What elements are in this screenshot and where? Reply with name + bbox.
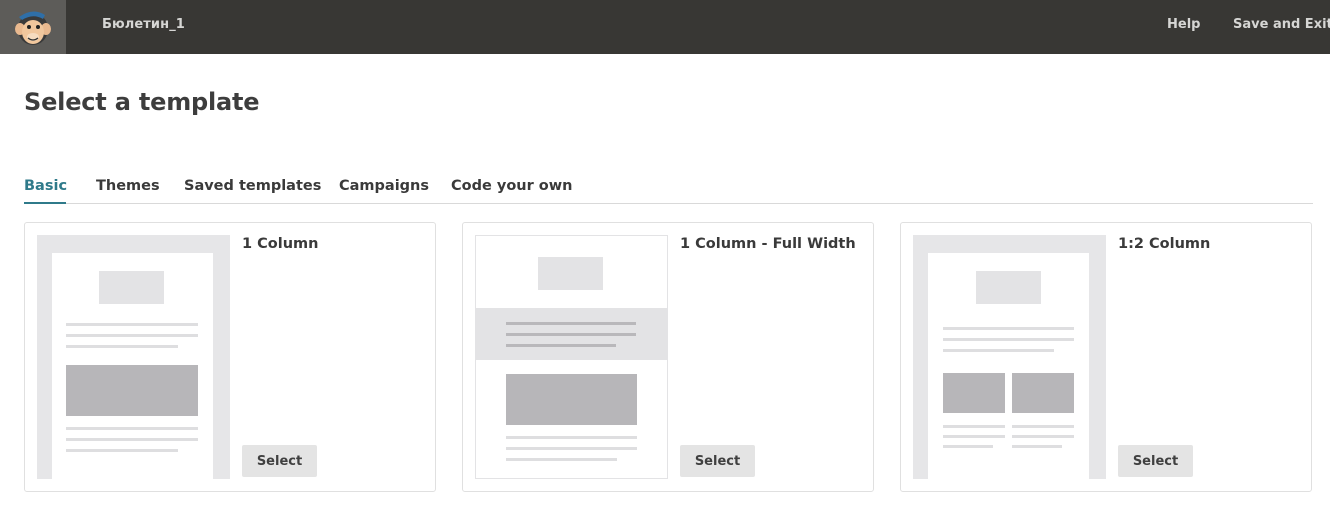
template-tabs: Basic Themes Saved templates Campaigns C… (24, 176, 1313, 204)
template-card-1-2-column[interactable]: 1:2 Column Select (900, 222, 1312, 492)
tab-basic[interactable]: Basic (24, 178, 67, 194)
save-and-exit-label: Save and Exit (1233, 17, 1330, 32)
preview-text-line (1012, 445, 1062, 448)
template-card-1-column-full-width[interactable]: 1 Column - Full Width Select (462, 222, 874, 492)
top-bar: Бюлетин_1 Help Save and Exit (0, 0, 1330, 54)
preview-text-line (943, 435, 1005, 438)
tab-code-your-own[interactable]: Code your own (451, 178, 572, 194)
preview-text-line (1012, 435, 1074, 438)
logo[interactable] (0, 0, 66, 54)
document-title: Бюлетин_1 (102, 17, 185, 32)
preview-text-line (943, 425, 1005, 428)
select-button[interactable]: Select (1118, 445, 1193, 477)
preview-text-line (943, 327, 1074, 330)
tab-saved-templates[interactable]: Saved templates (184, 178, 321, 194)
tab-themes[interactable]: Themes (96, 178, 160, 194)
preview-image-block (66, 365, 198, 416)
page-title: Select a template (24, 88, 260, 116)
select-button[interactable]: Select (680, 445, 755, 477)
preview-text-line (506, 458, 617, 461)
preview-text-line (506, 344, 616, 347)
preview-text-line (66, 449, 178, 452)
preview-text-line (1012, 425, 1074, 428)
template-preview (913, 235, 1106, 479)
template-card-1-column[interactable]: 1 Column Select (24, 222, 436, 492)
template-title: 1:2 Column (1118, 236, 1211, 252)
preview-text-line (943, 349, 1054, 352)
preview-text-line (66, 345, 178, 348)
preview-page (52, 253, 213, 479)
preview-image-block (1012, 373, 1074, 413)
select-button[interactable]: Select (242, 445, 317, 477)
template-preview (475, 235, 668, 479)
preview-image-block (943, 373, 1005, 413)
preview-text-line (66, 323, 198, 326)
preview-header-block (99, 271, 164, 304)
active-tab-indicator (24, 202, 66, 204)
template-title: 1 Column - Full Width (680, 236, 856, 252)
preview-text-line (943, 445, 993, 448)
preview-text-line (66, 438, 198, 441)
preview-header-block (538, 257, 603, 290)
template-title: 1 Column (242, 236, 319, 252)
preview-text-line (66, 427, 198, 430)
preview-text-line (506, 447, 637, 450)
preview-text-line (943, 338, 1074, 341)
help-link[interactable]: Help (1167, 17, 1200, 32)
template-preview (37, 235, 230, 479)
preview-text-line (506, 322, 636, 325)
save-and-exit-button[interactable]: Save and Exit (1233, 17, 1330, 32)
preview-text-line (506, 333, 636, 336)
preview-text-line (506, 436, 637, 439)
preview-image-block (506, 374, 637, 425)
monkey-logo-icon (15, 11, 51, 45)
preview-header-block (976, 271, 1041, 304)
preview-full-width-band (476, 308, 667, 360)
tab-campaigns[interactable]: Campaigns (339, 178, 429, 194)
preview-page (928, 253, 1089, 479)
preview-text-line (66, 334, 198, 337)
